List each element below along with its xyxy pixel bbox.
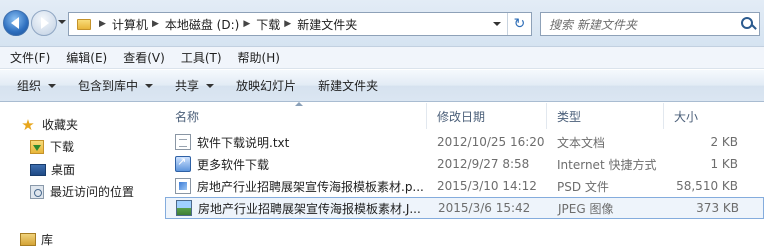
file-date: 2012/10/25 16:20 xyxy=(437,135,545,149)
search-icon[interactable] xyxy=(737,13,759,35)
shortcut-icon xyxy=(175,156,191,172)
forward-button[interactable] xyxy=(31,10,57,36)
star-icon: ★ xyxy=(21,115,35,134)
file-row[interactable]: 更多软件下载 2012/9/27 8:58 Internet 快捷方式 1 KB xyxy=(165,153,764,175)
nav-recent-places[interactable]: 最近访问的位置 xyxy=(30,183,134,200)
include-in-library-label: 包含到库中 xyxy=(78,79,139,93)
recent-pages-dropdown-icon[interactable] xyxy=(58,20,66,24)
breadcrumb-separator-icon[interactable]: ▶ xyxy=(99,19,106,29)
breadcrumb-separator-icon[interactable]: ▶ xyxy=(284,19,291,29)
menu-file[interactable]: 文件(F) xyxy=(2,49,58,66)
file-row[interactable]: 房地产行业招聘展架宣传海报模板素材.p... 2015/3/10 14:12 P… xyxy=(165,175,764,197)
column-header-name-label: 名称 xyxy=(175,109,200,124)
file-date: 2015/3/10 14:12 xyxy=(437,179,537,193)
breadcrumb-computer[interactable]: 计算机 xyxy=(112,16,148,33)
file-type: 文本文档 xyxy=(557,135,606,150)
breadcrumb-separator-icon[interactable]: ▶ xyxy=(243,19,250,29)
nav-downloads-label: 下载 xyxy=(50,140,75,154)
downloads-folder-icon xyxy=(30,139,44,154)
file-name-cell: 房地产行业招聘展架宣传海报模板素材.J... xyxy=(166,200,428,217)
file-type: PSD 文件 xyxy=(557,179,609,194)
share-button[interactable]: 共享 xyxy=(164,77,225,94)
menu-view[interactable]: 查看(V) xyxy=(115,49,173,66)
breadcrumb-drive-d[interactable]: 本地磁盘 (D:) xyxy=(165,16,239,33)
sort-ascending-icon xyxy=(295,102,303,106)
nav-libraries[interactable]: 库 xyxy=(20,231,53,248)
nav-downloads[interactable]: 下载 xyxy=(30,138,74,155)
file-name: 更多软件下载 xyxy=(197,157,270,172)
nav-favorites[interactable]: ★ 收藏夹 xyxy=(20,116,78,133)
file-name: 房地产行业招聘展架宣传海报模板素材.J... xyxy=(198,201,421,216)
file-row[interactable]: 软件下载说明.txt 2012/10/25 16:20 文本文档 2 KB xyxy=(165,131,764,153)
menu-help[interactable]: 帮助(H) xyxy=(230,49,288,66)
text-file-icon xyxy=(175,134,191,150)
jpeg-file-icon xyxy=(176,200,192,216)
chevron-down-icon xyxy=(145,83,154,88)
column-header-name[interactable]: 名称 xyxy=(165,102,427,129)
column-header-size-label: 大小 xyxy=(674,109,699,124)
column-header-type[interactable]: 类型 xyxy=(547,103,664,129)
address-toolbar: ▶ 计算机 ▶ 本地磁盘 (D:) ▶ 下载 ▶ 新建文件夹 ↻ 搜索 新建文件… xyxy=(0,0,764,47)
back-button[interactable] xyxy=(3,10,29,36)
command-bar: 组织 包含到库中 共享 放映幻灯片 新建文件夹 xyxy=(0,70,764,102)
breadcrumb-separator-icon[interactable]: ▶ xyxy=(152,19,159,29)
nav-recent-label: 最近访问的位置 xyxy=(50,185,135,199)
new-folder-label: 新建文件夹 xyxy=(318,79,379,93)
file-date: 2015/3/6 15:42 xyxy=(438,201,531,215)
file-size: 1 KB xyxy=(710,157,738,171)
refresh-button[interactable]: ↻ xyxy=(507,13,531,35)
search-placeholder: 搜索 新建文件夹 xyxy=(549,17,637,32)
desktop-icon xyxy=(30,163,46,176)
breadcrumb-downloads[interactable]: 下载 xyxy=(256,16,280,33)
file-name: 软件下载说明.txt xyxy=(197,135,290,150)
nav-libraries-label: 库 xyxy=(41,233,54,247)
search-input[interactable]: 搜索 新建文件夹 xyxy=(540,12,760,36)
column-header-date-label: 修改日期 xyxy=(437,109,486,124)
column-header-type-label: 类型 xyxy=(557,109,582,124)
back-arrow-icon xyxy=(11,17,19,29)
share-label: 共享 xyxy=(175,79,200,93)
file-name-cell: 更多软件下载 xyxy=(165,156,427,173)
chevron-down-icon xyxy=(48,83,57,88)
menu-tools[interactable]: 工具(T) xyxy=(173,49,230,66)
file-size: 373 KB xyxy=(696,201,739,215)
slideshow-button[interactable]: 放映幻灯片 xyxy=(225,77,307,94)
psd-file-icon xyxy=(175,178,191,194)
file-name-cell: 房地产行业招聘展架宣传海报模板素材.p... xyxy=(165,178,427,195)
nav-desktop-label: 桌面 xyxy=(51,163,76,177)
breadcrumb-new-folder[interactable]: 新建文件夹 xyxy=(297,16,357,33)
file-name-cell: 软件下载说明.txt xyxy=(165,134,427,151)
file-size: 2 KB xyxy=(710,135,738,149)
library-icon xyxy=(20,233,36,246)
file-type: Internet 快捷方式 xyxy=(557,157,657,172)
file-date: 2012/9/27 8:58 xyxy=(437,157,530,171)
file-size: 58,510 KB xyxy=(676,179,738,193)
navigation-pane: ★ 收藏夹 下载 桌面 最近访问的位置 库 xyxy=(0,103,157,249)
organize-button[interactable]: 组织 xyxy=(6,77,67,94)
column-header-size[interactable]: 大小 xyxy=(664,103,744,129)
file-list: 软件下载说明.txt 2012/10/25 16:20 文本文档 2 KB 更多… xyxy=(165,131,764,219)
menu-edit[interactable]: 编辑(E) xyxy=(58,49,115,66)
nav-favorites-label: 收藏夹 xyxy=(42,118,79,132)
organize-label: 组织 xyxy=(17,79,42,93)
address-bar[interactable]: ▶ 计算机 ▶ 本地磁盘 (D:) ▶ 下载 ▶ 新建文件夹 ↻ xyxy=(68,12,532,36)
refresh-icon: ↻ xyxy=(513,16,526,32)
new-folder-button[interactable]: 新建文件夹 xyxy=(307,77,389,94)
recent-places-icon xyxy=(30,184,44,199)
forward-arrow-icon xyxy=(41,17,49,29)
chevron-down-icon xyxy=(206,83,215,88)
file-name: 房地产行业招聘展架宣传海报模板素材.p... xyxy=(197,179,424,194)
column-header-date[interactable]: 修改日期 xyxy=(427,103,547,129)
column-headers: 名称 修改日期 类型 大小 xyxy=(165,102,764,129)
menu-bar: 文件(F) 编辑(E) 查看(V) 工具(T) 帮助(H) xyxy=(0,47,764,69)
folder-icon xyxy=(77,18,91,30)
file-type: JPEG 图像 xyxy=(558,201,614,216)
address-history-dropdown-icon[interactable] xyxy=(493,22,501,26)
nav-desktop[interactable]: 桌面 xyxy=(30,161,75,178)
file-row-selected[interactable]: 房地产行业招聘展架宣传海报模板素材.J... 2015/3/6 15:42 JP… xyxy=(165,197,764,219)
include-in-library-button[interactable]: 包含到库中 xyxy=(67,77,164,94)
slideshow-label: 放映幻灯片 xyxy=(236,79,297,93)
